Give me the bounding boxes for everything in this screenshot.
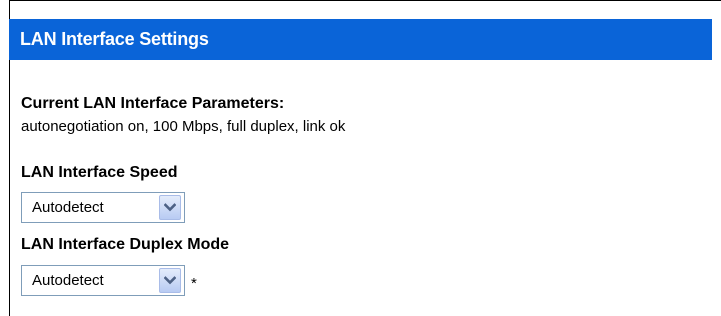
current-params-value: autonegotiation on, 100 Mbps, full duple…: [21, 118, 346, 135]
chevron-down-icon[interactable]: [159, 195, 181, 220]
speed-selected-value: Autodetect: [32, 199, 104, 216]
speed-select[interactable]: Autodetect: [21, 192, 185, 223]
page-title: LAN Interface Settings: [9, 19, 712, 60]
duplex-label: LAN Interface Duplex Mode: [21, 236, 230, 253]
required-marker: *: [191, 275, 197, 292]
speed-label: LAN Interface Speed: [21, 164, 178, 181]
duplex-selected-value: Autodetect: [32, 272, 104, 289]
current-params-heading: Current LAN Interface Parameters:: [21, 95, 285, 112]
duplex-select[interactable]: Autodetect: [21, 265, 185, 296]
chevron-down-icon[interactable]: [159, 268, 181, 293]
